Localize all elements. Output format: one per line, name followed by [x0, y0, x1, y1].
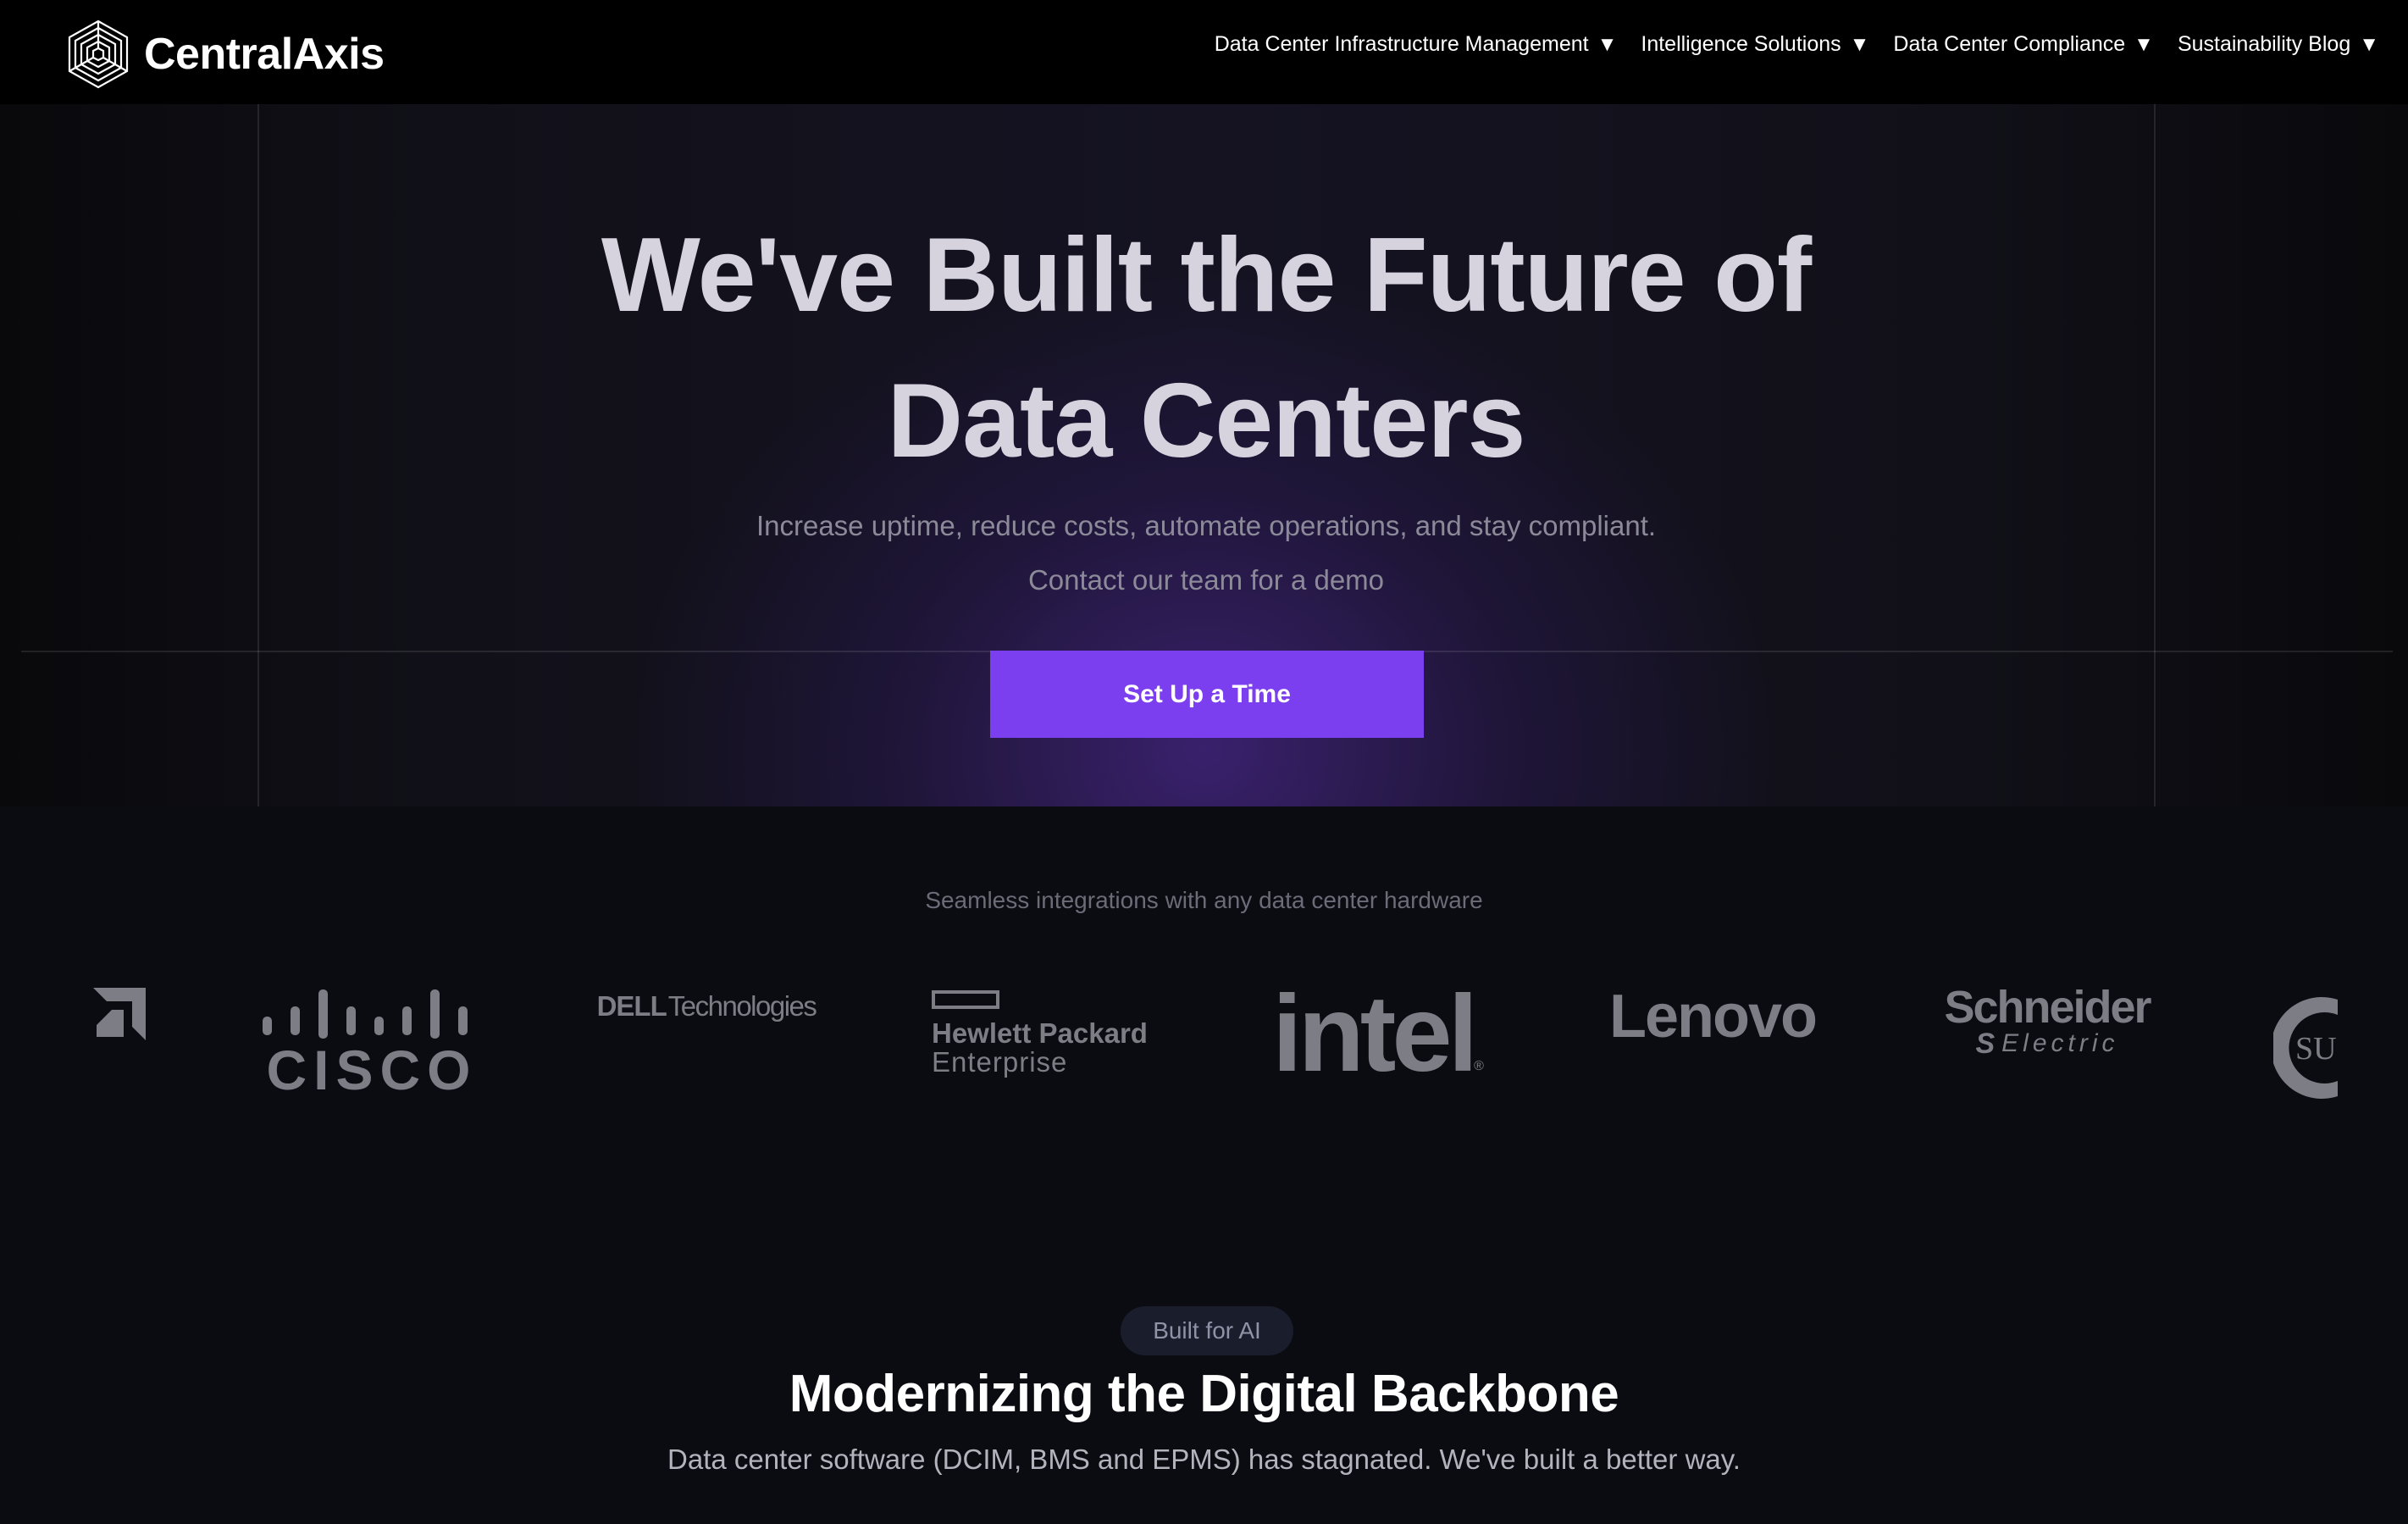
caret-down-icon: ▼	[1849, 32, 1870, 56]
intel-logo: intel ®	[1267, 973, 1489, 1095]
lenovo-wordmark: Lenovo	[1608, 983, 1818, 1050]
brand-name: CentralAxis	[144, 30, 385, 79]
lenovo-logo: Lenovo	[1601, 983, 1824, 1050]
hero-subtitle-line-1: Increase uptime, reduce costs, automate …	[756, 510, 1657, 541]
brand[interactable]: CentralAxis	[66, 19, 385, 90]
sun-logo-icon: SU	[2273, 997, 2338, 1099]
section-subtitle: Data center software (DCIM, BMS and EPMS…	[667, 1444, 1741, 1475]
hero-subtitle: Increase uptime, reduce costs, automate …	[441, 499, 1971, 607]
hero-title: We've Built the Future of Data Centers	[441, 202, 1971, 494]
grid-line-right	[2154, 104, 2156, 806]
cisco-bars-icon	[263, 989, 468, 1039]
hpe-wordmark-line-2: Enterprise	[932, 1046, 1068, 1078]
hpe-wordmark-line-1: Hewlett Packard	[932, 1017, 1148, 1049]
technologies-wordmark: Technologies	[667, 990, 817, 1022]
centralaxis-logo-icon	[68, 19, 129, 89]
menu-item-label: Data Center Infrastructure Management	[1214, 32, 1589, 56]
cisco-wordmark: CISCO	[266, 1039, 478, 1101]
menu-item-dcim[interactable]: Data Center Infrastructure Management ▼	[1215, 32, 1618, 57]
caret-down-icon: ▼	[1597, 32, 1618, 56]
hpe-logo: Hewlett Packard Enterprise	[932, 989, 1154, 1078]
menu-item-label: Intelligence Solutions	[1641, 32, 1841, 56]
menu-item-compliance[interactable]: Data Center Compliance ▼	[1893, 32, 2154, 57]
top-nav: CentralAxis Data Center Infrastructure M…	[0, 0, 2408, 104]
main-menu: Data Center Infrastructure Management ▼ …	[1215, 32, 2379, 57]
menu-item-intelligence[interactable]: Intelligence Solutions ▼	[1641, 32, 1869, 57]
schneider-wordmark: Schneider	[1944, 982, 2151, 1033]
amd-logo-icon	[73, 988, 146, 1040]
section-title: Modernizing the Digital Backbone	[789, 1365, 1619, 1423]
grid-line-left	[257, 104, 259, 806]
amd-logo	[73, 988, 146, 1040]
menu-item-blog[interactable]: Sustainability Blog ▼	[2178, 32, 2379, 57]
schneider-electric-row: S Electric	[1975, 1029, 2118, 1058]
electric-wordmark: Electric	[2001, 1029, 2119, 1057]
hpe-rectangle-icon	[932, 990, 999, 1009]
integrations-caption: Seamless integrations with any data cent…	[925, 887, 1483, 913]
sun-microsystems-logo: SU	[2273, 996, 2341, 1100]
dell-technologies-logo: DELL Technologies	[596, 988, 817, 1025]
registered-mark-icon: ®	[1474, 1059, 1484, 1073]
intel-wordmark: intel	[1272, 973, 1478, 1095]
schneider-electric-logo: Schneider S Electric	[1940, 984, 2155, 1059]
set-up-a-time-button[interactable]: Set Up a Time	[990, 651, 1424, 738]
sun-wordmark: SU	[2295, 1031, 2337, 1067]
cisco-logo: CISCO	[261, 986, 483, 1101]
dell-wordmark: DELL	[596, 990, 667, 1022]
hero-title-line-1: We've Built the Future of	[601, 217, 1812, 334]
hero-section: We've Built the Future of Data Centers I…	[0, 104, 2408, 806]
hero-subtitle-line-2: Contact our team for a demo	[1027, 564, 1385, 596]
caret-down-icon: ▼	[2134, 32, 2154, 56]
menu-item-label: Sustainability Blog	[2177, 32, 2351, 56]
built-for-ai-badge: Built for AI	[1121, 1306, 1293, 1355]
schneider-s-icon: S	[1975, 1028, 1996, 1060]
menu-item-label: Data Center Compliance	[1893, 32, 2126, 56]
caret-down-icon: ▼	[2359, 32, 2379, 56]
hero-title-line-2: Data Centers	[887, 363, 1526, 479]
